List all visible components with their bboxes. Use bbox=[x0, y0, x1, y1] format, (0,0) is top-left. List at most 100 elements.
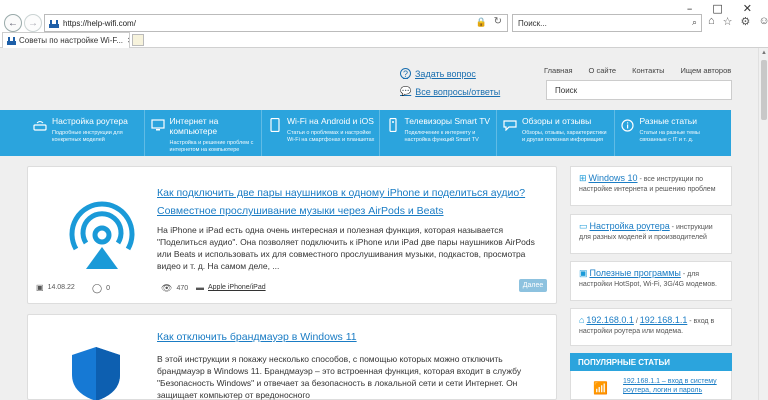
nav-title: Обзоры и отзывы bbox=[522, 116, 592, 126]
airplay-audio-icon bbox=[69, 201, 135, 269]
read-more-button[interactable]: Далее bbox=[519, 279, 547, 292]
search-icon[interactable]: ⌕ bbox=[692, 17, 697, 28]
article-title[interactable]: Как подключить две пары наушников к одно… bbox=[157, 184, 547, 220]
folder-icon: ▬ bbox=[196, 283, 204, 292]
nav-desc: Подключение к интернету и настройка функ… bbox=[404, 130, 479, 143]
wifi-router-icon: 📶 bbox=[593, 381, 608, 395]
back-arrow-icon: ← bbox=[8, 17, 18, 29]
article-date-text: 14.08.22 bbox=[47, 284, 75, 291]
browser-tab[interactable]: Советы по настройке Wi-F... ✕ bbox=[2, 32, 130, 48]
router-icon: ▭ bbox=[579, 221, 588, 231]
scroll-up-arrow-icon[interactable]: ▲ bbox=[761, 50, 767, 56]
scrollbar-thumb[interactable] bbox=[761, 60, 767, 120]
forward-button[interactable]: → bbox=[24, 14, 42, 32]
all-questions-link[interactable]: 💬 Все вопросы/ответы bbox=[400, 86, 500, 97]
sidebar-link-windows10[interactable]: Windows 10 bbox=[589, 173, 638, 183]
article-excerpt: В этой инструкции я покажу несколько спо… bbox=[157, 354, 522, 400]
minimize-button[interactable]: – bbox=[687, 2, 693, 15]
nav-desc: Подробные инструкции для конкретных моде… bbox=[52, 130, 123, 143]
chat-bubbles-icon: 💬 bbox=[400, 86, 412, 96]
ask-question-label: Задать вопрос bbox=[415, 68, 476, 79]
nav-desc: Настройка и решение проблем с интернетом… bbox=[169, 140, 254, 153]
nav-title: Разные статьи bbox=[639, 116, 697, 126]
new-tab-button[interactable] bbox=[132, 34, 144, 46]
windows-security-shield-icon bbox=[72, 347, 120, 400]
home-icon[interactable]: ⌂ bbox=[708, 15, 715, 28]
address-bar[interactable]: https://help-wifi.com/ 🔒 ↻ bbox=[44, 14, 508, 32]
nav-desc: Статьи на разные темы связанные с IT и т… bbox=[639, 130, 700, 143]
sidebar-link-programs[interactable]: Полезные программы bbox=[589, 268, 680, 278]
nav-item-misc[interactable]: Разные статьи Статьи на разные темы связа… bbox=[615, 110, 732, 156]
top-link-authors[interactable]: Ищем авторов bbox=[681, 66, 732, 75]
monitor-icon bbox=[150, 118, 165, 132]
top-link-home[interactable]: Главная bbox=[544, 66, 573, 75]
nav-item-smart-tv[interactable]: Телевизоры Smart TV Подключение к интерне… bbox=[380, 110, 497, 156]
tab-close-icon[interactable]: ✕ bbox=[127, 36, 129, 45]
nav-item-router-setup[interactable]: Настройка роутера Подробные инструкции дл… bbox=[27, 110, 145, 156]
lock-icon: 🔒 bbox=[475, 17, 487, 27]
article-views: 👁 470 bbox=[161, 283, 188, 294]
nav-title: Интернет на компьютере bbox=[169, 116, 219, 136]
sidebar-box-programs: ▣ Полезные программы - для настройки Hot… bbox=[570, 261, 732, 301]
programs-icon: ▣ bbox=[579, 268, 588, 278]
nav-item-wifi-mobile[interactable]: Wi-Fi на Android и iOS Статьи о проблемах… bbox=[262, 110, 380, 156]
article-category-link[interactable]: Apple iPhone/iPad bbox=[208, 284, 266, 291]
calendar-icon: ▣ bbox=[36, 283, 44, 292]
popular-link[interactable]: 192.168.1.1 – вход в систему роутера, ло… bbox=[623, 377, 727, 395]
sidebar-link-ip1[interactable]: 192.168.0.1 bbox=[586, 315, 634, 325]
phone-icon bbox=[268, 118, 282, 132]
nav-left-bg bbox=[0, 110, 27, 156]
sidebar-link-ip2[interactable]: 192.168.1.1 bbox=[640, 315, 688, 325]
eye-icon: 👁 bbox=[161, 283, 173, 293]
vertical-scrollbar[interactable]: ▲ bbox=[758, 48, 768, 400]
favorites-star-icon[interactable]: ☆ bbox=[723, 15, 733, 28]
sidebar-box-router: ▭ Настройка роутера - инструкции для раз… bbox=[570, 214, 732, 254]
remote-icon bbox=[386, 118, 400, 132]
maximize-button[interactable]: □ bbox=[712, 2, 722, 15]
site-search-placeholder: Поиск bbox=[555, 85, 578, 95]
article-title[interactable]: Как отключить брандмауэр в Windows 11 bbox=[157, 328, 547, 346]
sidebar-link-router[interactable]: Настройка роутера bbox=[589, 221, 669, 231]
nav-title: Телевизоры Smart TV bbox=[404, 116, 491, 126]
info-icon bbox=[621, 118, 635, 132]
nav-item-reviews[interactable]: Обзоры и отзывы Обзоры, отзывы, характери… bbox=[497, 110, 615, 156]
refresh-icon[interactable]: ↻ bbox=[494, 16, 502, 27]
window-controls: – □ ✕ bbox=[600, 2, 760, 15]
nav-desc: Статьи о проблемах и настройке Wi-Fi на … bbox=[287, 130, 375, 143]
url-text: https://help-wifi.com/ bbox=[63, 18, 136, 28]
browser-search-placeholder: Поиск... bbox=[518, 18, 547, 28]
sidebar-box-windows10: ⊞ Windows 10 - все инструкции по настрой… bbox=[570, 166, 732, 206]
top-link-about[interactable]: О сайте bbox=[589, 66, 617, 75]
tab-title: Советы по настройке Wi-F... bbox=[19, 36, 124, 45]
nav-item-pc-internet[interactable]: Интернет на компьютере Настройка и решени… bbox=[145, 110, 262, 156]
browser-chrome: – □ ✕ ← → https://help-wifi.com/ 🔒 ↻ Пои… bbox=[0, 0, 768, 48]
site-search-input[interactable]: Поиск bbox=[546, 80, 732, 100]
category-nav: Настройка роутера Подробные инструкции дл… bbox=[27, 110, 731, 156]
article-date: ▣ 14.08.22 bbox=[36, 283, 75, 292]
emoji-feedback-icon[interactable]: ☺ bbox=[758, 15, 768, 28]
top-links: Главная О сайте Контакты Ищем авторов bbox=[544, 66, 731, 75]
ask-question-link[interactable]: ? Задать вопрос bbox=[400, 68, 476, 79]
chat-icon bbox=[503, 118, 517, 132]
router-icon bbox=[33, 118, 47, 132]
back-button[interactable]: ← bbox=[4, 14, 22, 32]
article-card: Как подключить две пары наушников к одно… bbox=[27, 166, 557, 304]
nav-title: Wi-Fi на Android и iOS bbox=[287, 116, 374, 126]
article-category: ▬ Apple iPhone/iPad bbox=[196, 283, 266, 292]
popular-heading: ПОПУЛЯРНЫЕ СТАТЬИ bbox=[570, 353, 732, 371]
article-card: Как отключить брандмауэр в Windows 11 В … bbox=[27, 314, 557, 400]
question-icon: ? bbox=[400, 68, 411, 79]
windows-icon: ⊞ bbox=[579, 173, 587, 183]
site-header bbox=[0, 48, 758, 110]
top-link-contacts[interactable]: Контакты bbox=[632, 66, 664, 75]
close-button[interactable]: ✕ bbox=[743, 2, 752, 15]
article-views-count: 470 bbox=[176, 285, 189, 292]
browser-search-input[interactable]: Поиск... ⌕ bbox=[512, 14, 702, 32]
network-icon: ⌂ bbox=[579, 315, 585, 325]
article-excerpt: На iPhone и iPad есть одна очень интерес… bbox=[157, 225, 535, 271]
article-comments: ◯ 0 bbox=[92, 283, 110, 294]
forward-arrow-icon: → bbox=[28, 17, 38, 29]
browser-toolbar: ⌂ ☆ ⚙ ☺ bbox=[708, 15, 768, 28]
all-questions-label: Все вопросы/ответы bbox=[415, 86, 501, 97]
settings-gear-icon[interactable]: ⚙ bbox=[741, 15, 751, 28]
